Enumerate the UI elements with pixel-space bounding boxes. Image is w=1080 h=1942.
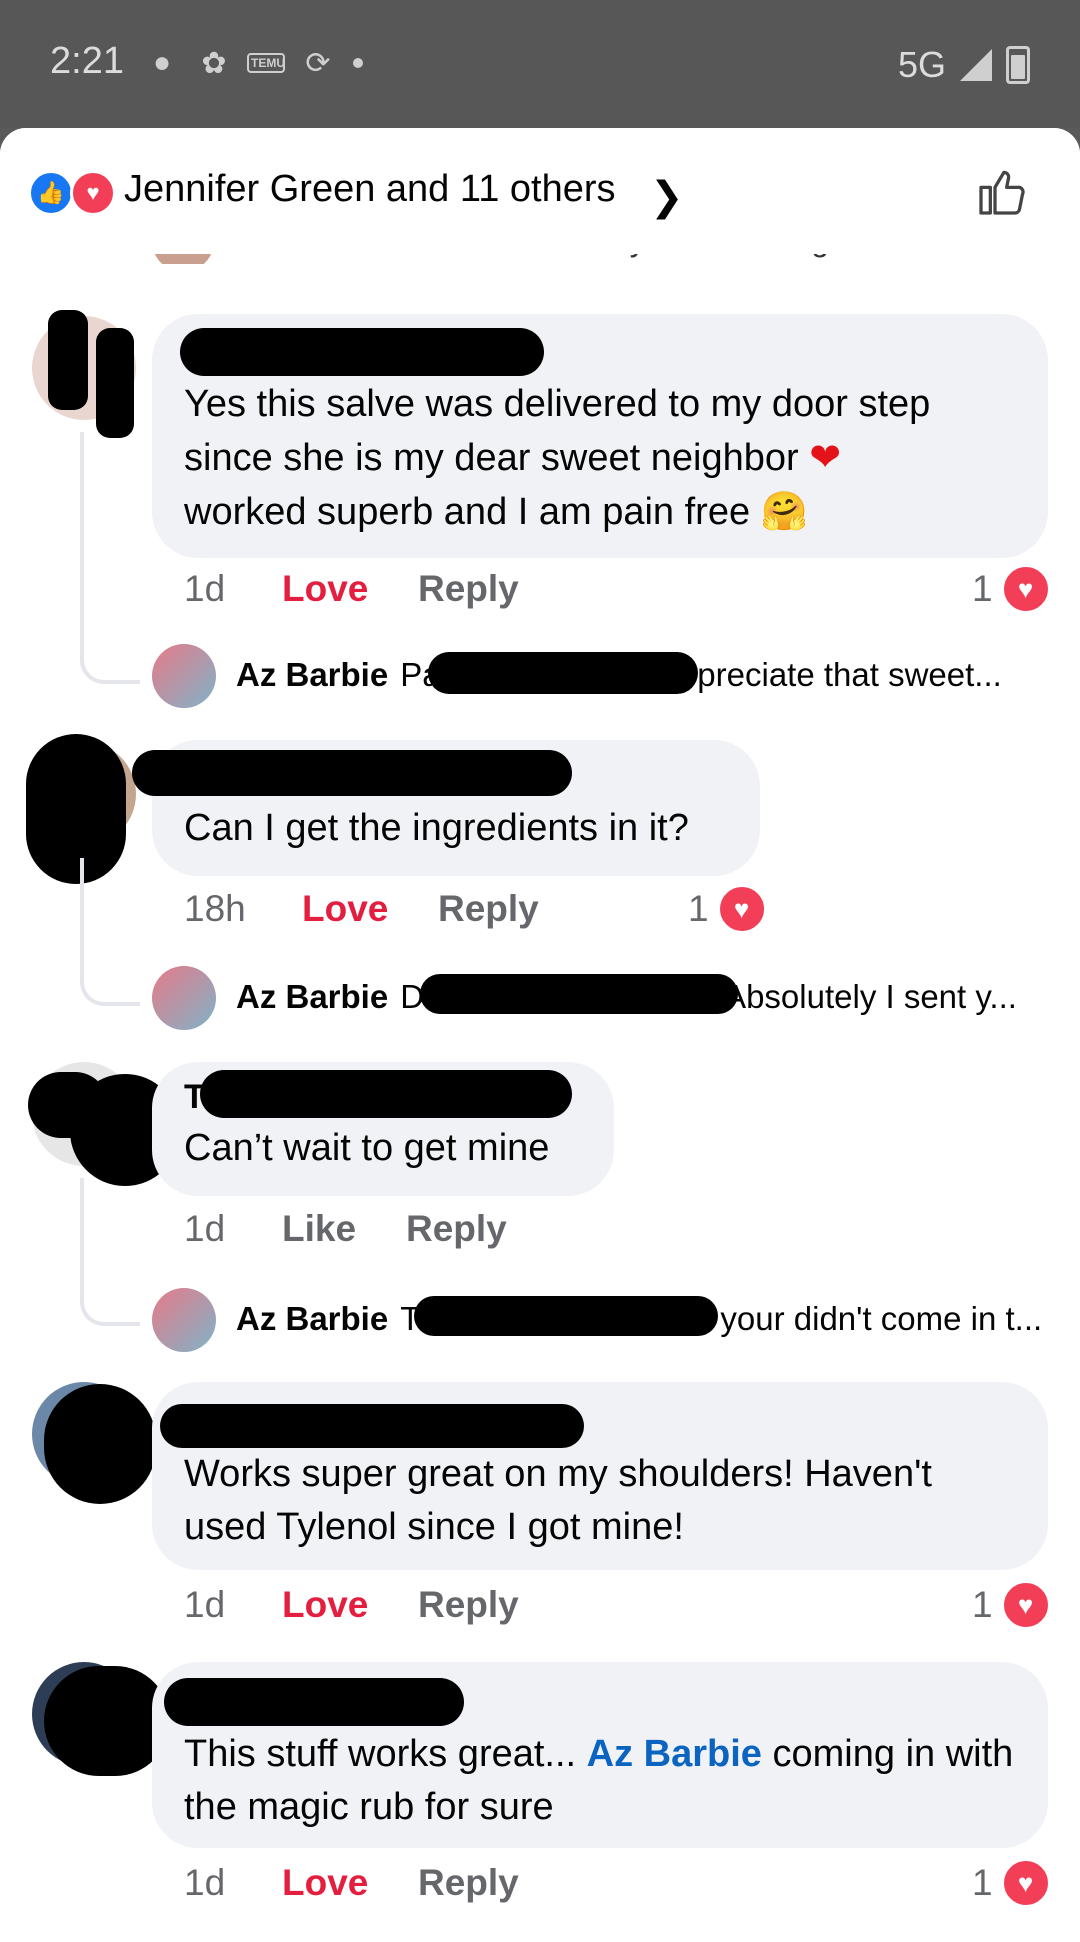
reaction-count[interactable]: 1 ♥ bbox=[972, 1858, 1051, 1908]
signal-icon bbox=[960, 49, 992, 81]
messenger-icon: ✿ bbox=[201, 46, 227, 80]
comment-bubble[interactable]: Can I get the ingredients in it? bbox=[132, 740, 760, 876]
reply-button[interactable]: Reply bbox=[418, 568, 519, 610]
avatar[interactable] bbox=[152, 644, 216, 708]
redaction-mark bbox=[428, 652, 698, 694]
mention-link[interactable]: Az Barbie bbox=[587, 1733, 762, 1775]
chat-bubble-icon: ● bbox=[152, 46, 172, 79]
avatar[interactable] bbox=[152, 1288, 216, 1352]
status-bar: 2:21 ● ✿ TEMU ⟳ 5G bbox=[0, 0, 1080, 128]
comment-time: 1d bbox=[184, 1208, 226, 1249]
reply-button[interactable]: Reply bbox=[418, 1862, 519, 1904]
system-status: 5G bbox=[898, 44, 1030, 86]
thread-connector bbox=[80, 858, 140, 1006]
avatar[interactable] bbox=[152, 966, 216, 1030]
love-button[interactable]: Love bbox=[302, 888, 388, 930]
love-button[interactable]: Love bbox=[282, 568, 368, 610]
comment-text: Can I get the ingredients in it? bbox=[184, 807, 689, 849]
redaction-mark bbox=[160, 1404, 584, 1448]
like-button[interactable]: Like bbox=[282, 1208, 356, 1250]
chevron-right-icon[interactable]: ❯ bbox=[650, 174, 684, 220]
comment-text: Can’t wait to get mine bbox=[184, 1127, 550, 1169]
hugging-face-emoji-icon: 🤗 bbox=[760, 489, 808, 533]
redaction-mark bbox=[164, 1678, 464, 1726]
temu-icon: TEMU bbox=[247, 46, 285, 80]
comment-text: This stuff works great... Az Barbie comi… bbox=[184, 1733, 1014, 1828]
redaction-mark bbox=[414, 1296, 718, 1336]
comment-time: 18h bbox=[184, 888, 246, 929]
comment-bubble[interactable]: T Can’t wait to get mine bbox=[152, 1062, 614, 1196]
redaction-mark bbox=[132, 750, 572, 796]
redaction-mark bbox=[44, 1384, 156, 1504]
network-type: 5G bbox=[897, 44, 946, 85]
redaction-mark bbox=[180, 328, 544, 376]
reaction-count[interactable]: 1 ♥ bbox=[972, 564, 1051, 614]
comment-bubble[interactable]: Yes this salve was delivered to my door … bbox=[152, 314, 1048, 558]
comments-sheet: 👍 ♥ Jennifer Green and 11 others ❯ Az Ba… bbox=[0, 128, 1080, 1942]
notification-icons: ● ✿ TEMU ⟳ bbox=[145, 46, 363, 80]
comment-text: Yes this salve was delivered to my door … bbox=[184, 383, 931, 533]
reaction-count[interactable]: 1 ♥ bbox=[688, 884, 767, 934]
comment-time: 1d bbox=[184, 1584, 226, 1625]
comment-bubble[interactable]: This stuff works great... Az Barbie comi… bbox=[152, 1662, 1048, 1848]
thread-connector bbox=[80, 1178, 140, 1326]
more-notifications-dot-icon bbox=[353, 58, 363, 68]
heart-emoji-icon: ❤ bbox=[809, 435, 842, 479]
love-reaction-icon: ♥ bbox=[70, 170, 116, 216]
reply-button[interactable]: Reply bbox=[406, 1208, 507, 1250]
battery-icon bbox=[1006, 46, 1030, 84]
redaction-mark bbox=[48, 310, 88, 410]
love-button[interactable]: Love bbox=[282, 1862, 368, 1904]
love-button[interactable]: Love bbox=[282, 1584, 368, 1626]
love-reaction-icon: ♥ bbox=[1000, 564, 1051, 614]
love-reaction-icon: ♥ bbox=[1000, 1858, 1051, 1908]
comment-time: 1d bbox=[184, 568, 226, 609]
reactions-header[interactable]: 👍 ♥ Jennifer Green and 11 others ❯ bbox=[0, 128, 1080, 254]
thread-connector bbox=[80, 432, 140, 684]
comment-time: 1d bbox=[184, 1862, 226, 1903]
redaction-mark bbox=[96, 328, 134, 438]
reaction-count[interactable]: 1 ♥ bbox=[972, 1580, 1051, 1630]
reply-button[interactable]: Reply bbox=[418, 1584, 519, 1626]
comment-text: Works super great on my shoulders! Haven… bbox=[184, 1453, 932, 1548]
love-reaction-icon: ♥ bbox=[1000, 1580, 1051, 1630]
redaction-mark bbox=[200, 1070, 572, 1118]
status-time: 2:21 bbox=[50, 40, 124, 82]
love-reaction-icon: ♥ bbox=[716, 884, 767, 934]
thumbs-up-outline-icon[interactable] bbox=[974, 164, 1030, 220]
comment-bubble[interactable]: Works super great on my shoulders! Haven… bbox=[152, 1382, 1048, 1570]
reactors-summary[interactable]: Jennifer Green and 11 others bbox=[124, 168, 616, 211]
redaction-mark bbox=[420, 974, 738, 1014]
sync-icon: ⟳ bbox=[305, 46, 331, 80]
like-reaction-icon: 👍 bbox=[28, 170, 74, 216]
reply-button[interactable]: Reply bbox=[438, 888, 539, 930]
